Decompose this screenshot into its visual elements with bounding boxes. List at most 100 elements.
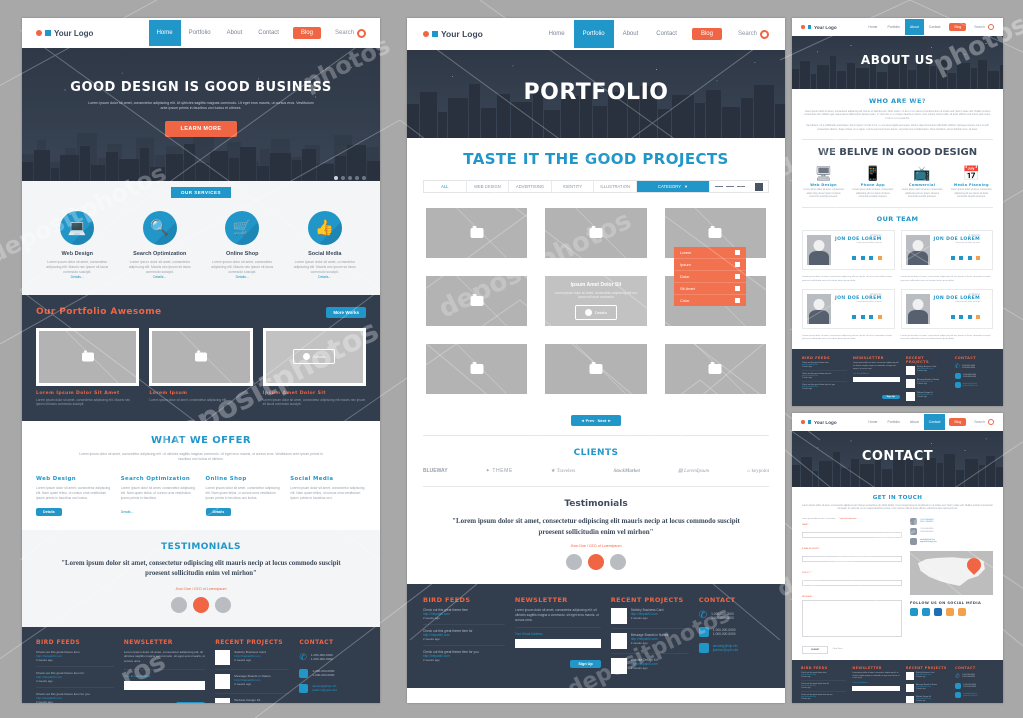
project-thumb[interactable]: [423, 205, 531, 261]
social-icon[interactable]: [976, 314, 981, 319]
facebook-icon[interactable]: [909, 607, 918, 616]
option-checkbox[interactable]: [735, 286, 740, 291]
social-icon[interactable]: [860, 256, 865, 261]
contact-email[interactable]: ijwklmn@opfv.ckd: [312, 688, 337, 692]
pager-next[interactable]: Next ►: [598, 418, 612, 423]
category-option[interactable]: Dolor: [674, 271, 746, 283]
contact-email[interactable]: ijwklmn@opfv.ckd: [963, 385, 978, 387]
submit-button[interactable]: SUBMIT: [802, 645, 829, 654]
more-works-button[interactable]: More Works: [326, 306, 366, 318]
option-checkbox[interactable]: [735, 250, 740, 255]
twitter-icon[interactable]: [921, 607, 930, 616]
avatar[interactable]: [566, 554, 582, 570]
portfolio-thumb[interactable]: [149, 327, 253, 386]
nav-item-portfolio[interactable]: Portfolio: [882, 414, 904, 430]
nav-item-contact[interactable]: Contact: [647, 20, 686, 48]
recent-project-item[interactable]: Message Boards in Nature http://helpabl0…: [905, 682, 949, 694]
project-thumb[interactable]: [542, 205, 650, 261]
subject-input[interactable]: [802, 579, 902, 586]
name-input[interactable]: [802, 531, 902, 538]
social-icon[interactable]: [976, 256, 981, 261]
nav-item-contact[interactable]: Contact: [923, 414, 946, 430]
avatar[interactable]: [610, 554, 626, 570]
recent-project-item[interactable]: Website Design Kit http://helpabl0.com 2…: [215, 694, 289, 703]
newsletter-email-input[interactable]: [852, 685, 900, 691]
option-checkbox[interactable]: [735, 262, 740, 267]
nav-search[interactable]: Search: [974, 24, 994, 30]
hero-slider-dots[interactable]: [334, 176, 366, 180]
nav-item-about[interactable]: About: [904, 19, 924, 35]
nav-item-contact[interactable]: Contact: [924, 19, 946, 35]
avatar-active[interactable]: [193, 596, 209, 613]
footer-feed-item[interactable]: Check out this great theme item for http…: [36, 667, 114, 688]
filter-all[interactable]: ALL: [424, 181, 467, 192]
client-logo-theme[interactable]: ✦ THEME: [486, 468, 513, 474]
footer-feed-item[interactable]: Check out this great theme item for you …: [801, 692, 846, 702]
client-logo-travelers[interactable]: ★ Travelers: [551, 468, 575, 474]
social-icon[interactable]: [950, 256, 955, 261]
social-icon[interactable]: [950, 314, 955, 319]
nav-item-home[interactable]: Home: [863, 19, 882, 35]
nav-search[interactable]: Search: [738, 29, 769, 39]
slider-dot-1[interactable]: [334, 176, 338, 180]
social-icon[interactable]: [967, 314, 972, 319]
filter-identity[interactable]: IDENTITY: [552, 181, 595, 192]
client-logo-loremipsum[interactable]: ▤ LoremIpsum: [678, 468, 709, 474]
nav-item-contact[interactable]: Contact: [250, 20, 287, 46]
team-member-card[interactable]: Art Director JON DOE LOREM Lorem ipsum d…: [802, 230, 895, 271]
nav-item-blog[interactable]: Blog: [949, 23, 967, 31]
clear-form-link[interactable]: Clear Form: [832, 648, 842, 651]
believe-item-phone-app[interactable]: 📱 Phone App Lorem ipsum dolor sit amet, …: [851, 166, 894, 199]
email-input[interactable]: [802, 555, 902, 562]
footer-feed-item[interactable]: Check out this great theme item http://h…: [36, 646, 114, 667]
nav-item-blog[interactable]: Blog: [949, 418, 967, 426]
filter-web-design[interactable]: WEB DESIGN: [467, 181, 510, 192]
nav-item-about[interactable]: About: [905, 414, 924, 430]
social-icon[interactable]: [959, 256, 964, 261]
recent-project-item[interactable]: Website Design Kit http://helpabl0.com 2…: [905, 390, 949, 403]
project-link[interactable]: http://helpabl0.com: [234, 702, 260, 703]
social-icon[interactable]: [967, 256, 972, 261]
project-thumb-hover[interactable]: Ipsum Amet Dolor Sit Lorem ipsum dolor s…: [542, 273, 650, 329]
project-thumb[interactable]: [661, 341, 769, 397]
team-member-card[interactable]: Art Director JON DOE LOREM Lorem ipsum d…: [802, 288, 895, 329]
slider-dot-2[interactable]: [341, 176, 345, 180]
search-icon[interactable]: [357, 28, 366, 38]
logo[interactable]: Your Logo: [801, 420, 837, 425]
message-textarea[interactable]: [802, 599, 902, 637]
search-icon[interactable]: [988, 24, 994, 30]
social-icon[interactable]: [869, 314, 874, 319]
option-checkbox[interactable]: [735, 274, 740, 279]
team-member-card[interactable]: Art Director JON DOE LOREM Lorem ipsum d…: [900, 230, 993, 271]
contact-phone[interactable]: 1-000-000-0000: [920, 521, 933, 523]
service-link[interactable]: Details...: [119, 275, 202, 279]
logo[interactable]: Your Logo: [423, 29, 483, 39]
footer-feed-item[interactable]: Check out this great theme item http://h…: [802, 360, 847, 372]
learn-more-button[interactable]: LEARN MORE: [164, 120, 238, 137]
offer-details-button[interactable]: Details: [36, 508, 62, 517]
nav-item-blog[interactable]: Blog: [691, 28, 722, 40]
recent-project-item[interactable]: Switchy Business Card http://helpabl0.co…: [905, 670, 949, 682]
recent-project-item[interactable]: Switchy Business Card http://helpabl0.co…: [215, 646, 290, 670]
search-icon[interactable]: [760, 29, 769, 39]
recent-project-item[interactable]: Message Boards in Nature http://helpabl0…: [215, 670, 290, 694]
recent-project-item[interactable]: Switchy Business Card http://helpabl0.co…: [610, 604, 689, 629]
nav-item-portfolio[interactable]: Portfolio: [181, 20, 219, 46]
client-logo-blueway[interactable]: BLUEWAY: [423, 468, 448, 474]
social-icon[interactable]: [852, 256, 857, 261]
newsletter-signup-button[interactable]: Sign Up: [570, 660, 601, 669]
recent-project-item[interactable]: Message Boards in Nature http://helpabl0…: [610, 629, 689, 654]
footer-feed-item[interactable]: Check out this great theme item for you …: [423, 646, 505, 666]
dribbble-icon[interactable]: [957, 607, 966, 616]
footer-feed-item[interactable]: Check out this great theme item for http…: [423, 625, 505, 646]
avatar[interactable]: [215, 596, 231, 613]
portfolio-thumb-hover[interactable]: Details: [262, 327, 366, 386]
slider-dot-4[interactable]: [355, 176, 359, 180]
view-mode-list[interactable]: [708, 181, 750, 192]
social-icon[interactable]: [877, 256, 882, 261]
location-map[interactable]: [909, 550, 993, 595]
social-icon[interactable]: [852, 314, 857, 319]
footer-feed-item[interactable]: Check out this great theme item for http…: [801, 681, 847, 692]
pager-prev[interactable]: ◄ Prev: [581, 418, 595, 423]
newsletter-email-input[interactable]: [852, 376, 900, 382]
